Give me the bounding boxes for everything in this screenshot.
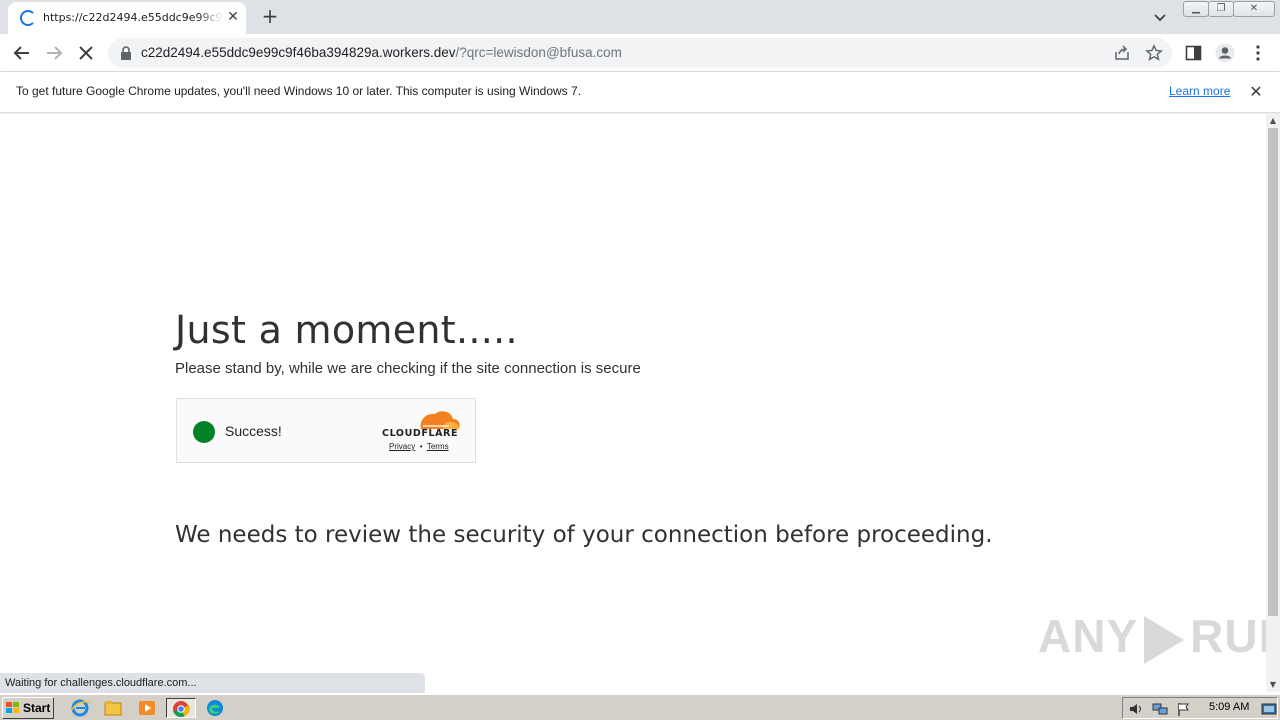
profile-avatar-icon[interactable] [1215, 43, 1235, 63]
watermark-right: RUN [1190, 610, 1266, 662]
tab-close-icon[interactable]: ✕ [224, 8, 242, 26]
start-label: Start [23, 701, 51, 715]
tab-title: https://c22d2494.e55ddc9e99c9f46ba394829… [43, 11, 223, 24]
update-infobar: To get future Google Chrome updates, you… [0, 72, 1280, 113]
browser-tab[interactable]: https://c22d2494.e55ddc9e99c9f46ba394829… [8, 2, 246, 34]
watermark-left: ANY [1038, 610, 1139, 662]
windows-logo-icon [6, 702, 19, 713]
url-host: c22d2494.e55ddc9e99c9f46ba394829a.worker… [141, 45, 456, 60]
ie-icon[interactable] [68, 698, 92, 718]
taskbar-clock[interactable]: 5:09 AM [1209, 701, 1249, 713]
watermark-play-icon [1144, 615, 1185, 664]
back-arrow-icon[interactable] [10, 41, 34, 65]
edge-icon[interactable] [203, 698, 227, 718]
infobar-message: To get future Google Chrome updates, you… [16, 84, 582, 98]
lock-icon[interactable] [120, 46, 132, 60]
show-desktop-icon[interactable] [1261, 701, 1277, 717]
new-tab-button[interactable]: + [259, 5, 281, 27]
bookmark-star-icon[interactable] [1145, 44, 1163, 62]
anyrun-watermark: ANY RUN [1038, 609, 1266, 664]
scroll-down-arrow-icon[interactable]: ▼ [1266, 678, 1280, 692]
share-icon[interactable] [1113, 44, 1131, 62]
volume-icon[interactable] [1128, 701, 1144, 717]
side-panel-icon[interactable] [1184, 43, 1204, 63]
loading-spinner-icon [20, 10, 36, 26]
media-player-icon[interactable] [135, 698, 159, 718]
url-text[interactable]: c22d2494.e55ddc9e99c9f46ba394829a.worker… [141, 45, 622, 60]
stop-loading-icon[interactable] [74, 41, 98, 65]
security-notice: We needs to review the security of your … [175, 522, 993, 548]
cloudflare-brand: CLOUDFLARE [382, 428, 459, 439]
address-bar[interactable]: c22d2494.e55ddc9e99c9f46ba394829a.worker… [108, 38, 1172, 68]
chrome-icon [173, 701, 190, 718]
tab-search-chevron-icon[interactable] [1150, 7, 1170, 27]
network-icon[interactable] [1152, 701, 1168, 717]
system-tray: 5:09 AM [1122, 697, 1278, 719]
infobar-close-icon[interactable]: ✕ [1246, 82, 1266, 102]
cloudflare-links: Privacy • Terms [389, 442, 449, 451]
page-title: Just a moment..... [175, 308, 518, 352]
cloudflare-challenge-widget[interactable]: Success! CLOUDFLARE Privacy • Terms [176, 398, 476, 463]
privacy-link[interactable]: Privacy [389, 442, 415, 451]
page-viewport: Just a moment..... Please stand by, whil… [0, 114, 1266, 692]
challenge-status: Success! [225, 423, 282, 439]
start-button[interactable]: Start [2, 697, 54, 719]
explorer-icon[interactable] [101, 698, 125, 718]
action-center-flag-icon[interactable] [1176, 701, 1192, 717]
page-scrollbar[interactable]: ▲ ▼ [1266, 114, 1280, 692]
link-separator: • [419, 442, 423, 451]
scrollbar-thumb[interactable] [1268, 128, 1278, 616]
chrome-taskbar-button[interactable] [166, 698, 196, 718]
menu-kebab-icon[interactable] [1248, 43, 1268, 63]
success-check-icon [193, 421, 215, 443]
url-path: /?qrc=lewisdon@bfusa.com [455, 45, 622, 60]
page-subtitle: Please stand by, while we are checking i… [175, 360, 641, 377]
status-bubble: Waiting for challenges.cloudflare.com... [0, 673, 425, 693]
close-window-button[interactable]: ✕ [1233, 1, 1275, 17]
tab-strip: https://c22d2494.e55ddc9e99c9f46ba394829… [0, 0, 1280, 34]
maximize-button[interactable]: ❐ [1208, 1, 1234, 17]
learn-more-link[interactable]: Learn more [1169, 84, 1230, 98]
forward-arrow-icon[interactable] [42, 41, 66, 65]
browser-toolbar: c22d2494.e55ddc9e99c9f46ba394829a.worker… [0, 34, 1280, 72]
terms-link[interactable]: Terms [427, 442, 449, 451]
windows-taskbar: Start 5:09 AM [0, 694, 1280, 720]
scroll-up-arrow-icon[interactable]: ▲ [1266, 114, 1280, 128]
minimize-button[interactable]: ▁ [1183, 1, 1209, 17]
